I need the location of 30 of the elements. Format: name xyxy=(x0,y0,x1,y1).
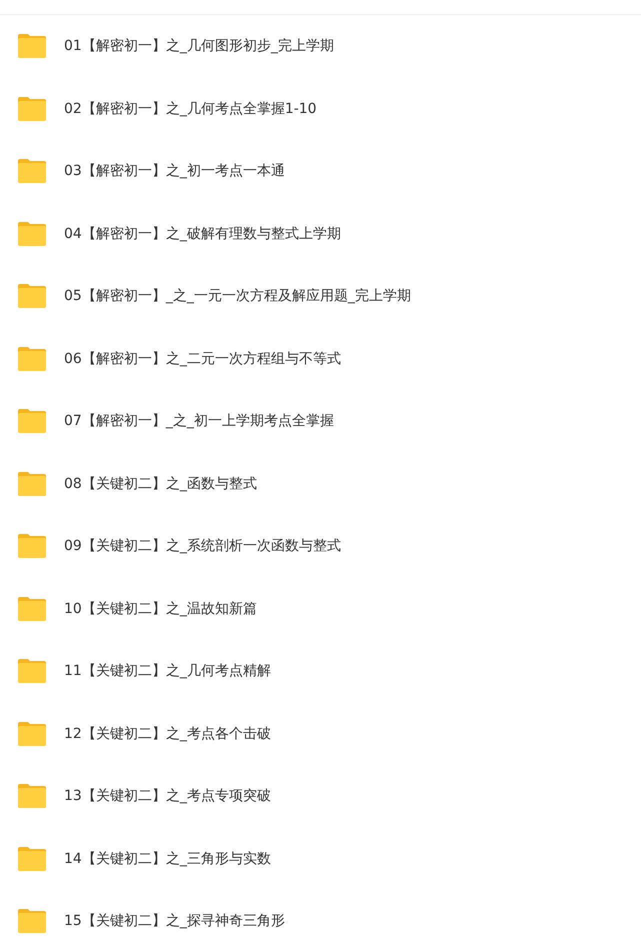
folder-name[interactable]: 15【关键初二】之_探寻神奇三角形 xyxy=(64,912,285,930)
folder-icon xyxy=(17,783,47,810)
folder-name[interactable]: 07【解密初一】_之_初一上学期考点全掌握 xyxy=(64,412,334,430)
folder-icon xyxy=(17,33,47,60)
folder-icon xyxy=(17,96,47,122)
folder-icon xyxy=(17,846,47,872)
folder-name[interactable]: 05【解密初一】_之_一元一次方程及解应用题_完上学期 xyxy=(64,287,411,306)
folder-icon xyxy=(17,346,47,372)
folder-icon xyxy=(17,470,47,497)
folder-name[interactable]: 06【解密初一】之_二元一次方程组与不等式 xyxy=(64,350,341,368)
folder-icon xyxy=(17,158,47,184)
folder-name[interactable]: 02【解密初一】之_几何考点全掌握1-10 xyxy=(64,100,317,118)
folder-name[interactable]: 01【解密初一】之_几何图形初步_完上学期 xyxy=(64,37,334,56)
folder-icon xyxy=(17,908,47,934)
folder-name[interactable]: 08【关键初二】之_函数与整式 xyxy=(64,474,257,493)
folder-name[interactable]: 11【关键初二】之_几何考点精解 xyxy=(64,662,271,680)
folder-icon xyxy=(17,283,47,310)
folder-icon xyxy=(17,533,47,560)
folder-name[interactable]: 14【关键初二】之_三角形与实数 xyxy=(64,850,271,868)
folder-icon xyxy=(17,596,47,622)
folder-name[interactable]: 03【解密初一】之_初一考点一本通 xyxy=(64,162,285,180)
folder-name[interactable]: 09【关键初二】之_系统剖析一次函数与整式 xyxy=(64,537,341,556)
folder-name[interactable]: 04【解密初一】之_破解有理数与整式上学期 xyxy=(64,224,341,243)
folder-name[interactable]: 10【关键初二】之_温故知新篇 xyxy=(64,600,257,618)
folder-name[interactable]: 13【关键初二】之_考点专项突破 xyxy=(64,787,271,806)
folder-icon xyxy=(17,220,47,247)
folder-name[interactable]: 12【关键初二】之_考点各个击破 xyxy=(64,724,271,743)
folder-icon xyxy=(17,720,47,747)
folder-icon xyxy=(17,658,47,684)
folder-icon xyxy=(17,408,47,434)
